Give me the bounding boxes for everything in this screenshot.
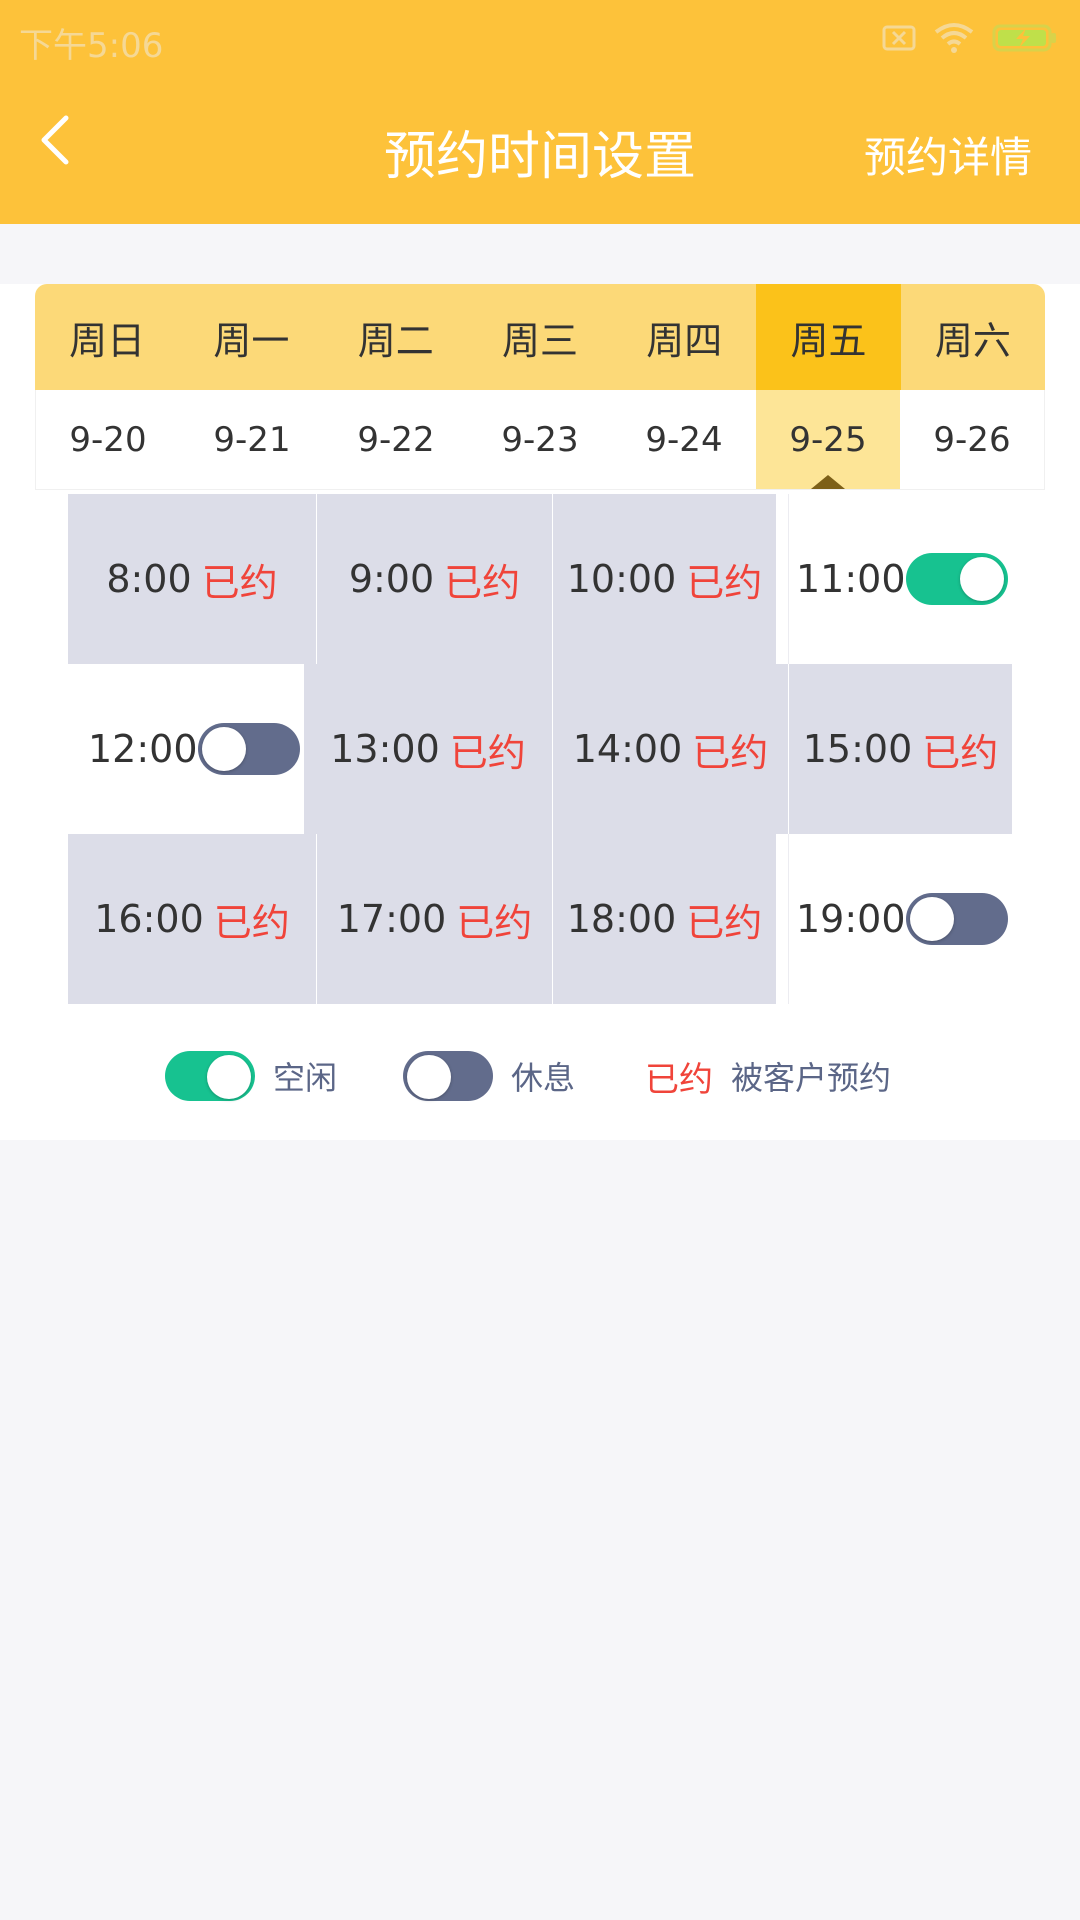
date-thursday[interactable]: 9-24 — [612, 390, 756, 489]
date-monday[interactable]: 9-21 — [180, 390, 324, 489]
slot-1200: 12:00 — [80, 664, 302, 834]
booked-tag: 已约 — [922, 730, 999, 775]
legend-rest-label: 休息 — [511, 1059, 576, 1097]
toggle-knob — [201, 727, 246, 771]
booked-tag: 已约 — [456, 900, 533, 945]
tab-tuesday[interactable]: 周二 — [324, 284, 468, 390]
slot-1700[interactable]: 17:00 已约 — [317, 834, 552, 1004]
toggle-knob — [207, 1055, 251, 1099]
tab-monday[interactable]: 周一 — [179, 284, 323, 390]
booked-tag: 已约 — [686, 900, 763, 945]
slot-time: 15:00 — [802, 727, 913, 771]
slot-1500[interactable]: 15:00 已约 — [789, 664, 1012, 834]
back-button[interactable] — [28, 104, 128, 194]
slot-1800[interactable]: 18:00 已约 — [553, 834, 776, 1004]
slot-toggle[interactable] — [905, 893, 1008, 945]
toggle-knob — [959, 557, 1004, 601]
legend-free: 空闲 — [165, 1046, 337, 1106]
legend-booked: 已约 被客户预约 — [645, 1046, 891, 1106]
legend-free-label: 空闲 — [273, 1059, 338, 1097]
date-wednesday[interactable]: 9-23 — [468, 390, 612, 489]
tab-wednesday[interactable]: 周三 — [468, 284, 612, 390]
slot-1400[interactable]: 14:00 已约 — [553, 664, 788, 834]
status-icons — [882, 18, 1058, 58]
date-sunday[interactable]: 9-20 — [36, 390, 180, 489]
tab-sunday[interactable]: 周日 — [35, 284, 179, 390]
slot-divider — [788, 834, 789, 1004]
battery-charging-icon — [992, 24, 1056, 52]
booked-tag: 已约 — [449, 730, 526, 775]
date-tuesday[interactable]: 9-22 — [324, 390, 468, 489]
tab-saturday[interactable]: 周六 — [901, 284, 1045, 390]
slot-time: 16:00 — [94, 897, 204, 941]
legend-booked-tag: 已约 — [645, 1059, 713, 1100]
sim-off-icon — [882, 25, 916, 51]
booked-tag: 已约 — [686, 560, 763, 605]
legend-booked-label: 被客户预约 — [731, 1059, 892, 1097]
legend: 空闲 休息 已约 被客户预约 — [0, 1046, 1080, 1106]
booked-tag: 已约 — [201, 560, 278, 605]
slot-1900: 19:00 — [788, 834, 1010, 1004]
slot-time: 10:00 — [566, 557, 677, 601]
slot-divider — [788, 494, 789, 664]
chevron-left-icon — [41, 115, 69, 165]
slot-time: 18:00 — [566, 897, 677, 941]
schedule-card: 周日 周一 周二 周三 周四 周五 周六 9-20 9-21 9-22 9-23… — [0, 284, 1080, 1140]
date-saturday[interactable]: 9-26 — [900, 390, 1044, 489]
slot-time: 13:00 — [330, 727, 440, 771]
wifi-icon — [934, 23, 974, 53]
slot-0900[interactable]: 9:00 已约 — [317, 494, 552, 664]
time-slot-grid: 8:00 已约 9:00 已约 10:00 已约 11:00 12:00 13:… — [0, 494, 1080, 1004]
legend-toggle-on — [165, 1051, 255, 1101]
slot-time: 12:00 — [88, 727, 198, 771]
app-header: 下午5:06 预约时间设置 预约详情 — [0, 0, 1080, 224]
booked-tag: 已约 — [213, 900, 290, 945]
slot-time: 9:00 — [348, 557, 435, 601]
slot-time: 11:00 — [796, 557, 906, 601]
status-time: 下午5:06 — [19, 26, 164, 66]
slot-1300[interactable]: 13:00 已约 — [304, 664, 552, 834]
legend-rest: 休息 — [403, 1046, 575, 1106]
slot-toggle[interactable] — [905, 553, 1008, 605]
legend-toggle-off — [403, 1051, 493, 1101]
slot-0800[interactable]: 8:00 已约 — [68, 494, 316, 664]
tab-friday[interactable]: 周五 — [756, 284, 901, 390]
booking-details-link[interactable]: 预约详情 — [864, 124, 1032, 185]
weekday-tabs: 周日 周一 周二 周三 周四 周五 周六 — [35, 284, 1045, 390]
slot-time: 14:00 — [572, 727, 683, 771]
booked-tag: 已约 — [692, 730, 769, 775]
toggle-knob — [407, 1055, 451, 1099]
tab-thursday[interactable]: 周四 — [612, 284, 756, 390]
toggle-knob — [909, 897, 954, 941]
slot-1000[interactable]: 10:00 已约 — [553, 494, 776, 664]
date-friday[interactable]: 9-25 — [756, 390, 900, 489]
slot-time: 17:00 — [336, 897, 447, 941]
booked-tag: 已约 — [444, 560, 521, 605]
slot-toggle[interactable] — [197, 723, 300, 775]
slot-1100: 11:00 — [788, 494, 1010, 664]
slot-time: 8:00 — [106, 557, 192, 601]
date-row: 9-20 9-21 9-22 9-23 9-24 9-25 9-26 — [35, 390, 1045, 490]
slot-time: 19:00 — [796, 897, 906, 941]
slot-1600[interactable]: 16:00 已约 — [68, 834, 316, 1004]
